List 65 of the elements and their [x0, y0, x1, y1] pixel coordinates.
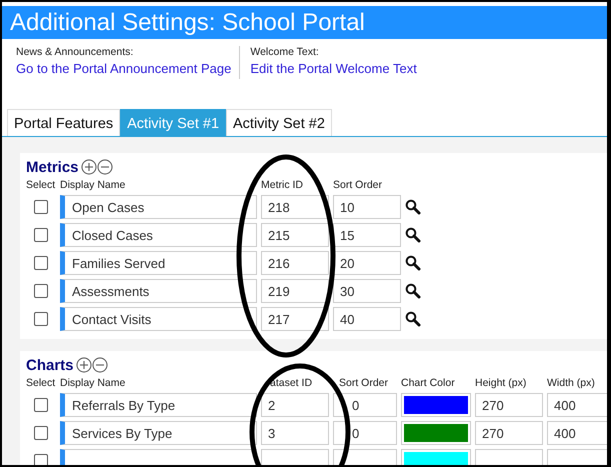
sort-field[interactable]: 0: [333, 421, 397, 445]
checkbox[interactable]: [34, 454, 48, 465]
column-header: ataset ID: [269, 377, 314, 389]
link-label: News & Announcements:: [16, 46, 134, 58]
add-icon[interactable]: [80, 159, 97, 175]
name-field[interactable]: Assessments: [60, 279, 257, 303]
color-swatch[interactable]: [404, 396, 468, 414]
link-label: Welcome Text:: [250, 46, 320, 58]
sort-field[interactable]: 20: [333, 251, 401, 275]
color-swatch[interactable]: [404, 452, 468, 465]
id-field[interactable]: 216: [261, 251, 329, 275]
checkbox[interactable]: [34, 256, 48, 270]
remove-icon[interactable]: [92, 357, 108, 373]
link[interactable]: Go to the Portal Announcement Page: [16, 61, 232, 76]
name-field[interactable]: Contact Visits: [60, 307, 257, 331]
checkbox[interactable]: [34, 426, 48, 440]
sort-field[interactable]: 40: [333, 307, 401, 331]
column-header: Width (px): [547, 377, 596, 389]
search-icon[interactable]: [405, 255, 421, 271]
name-field[interactable]: Closed Cases: [60, 223, 257, 247]
sort-field[interactable]: 10: [333, 195, 401, 219]
name-field[interactable]: Open Cases: [60, 195, 257, 219]
search-icon[interactable]: [405, 283, 421, 299]
sort-field[interactable]: 15: [333, 223, 401, 247]
checkbox[interactable]: [34, 398, 48, 412]
checkbox[interactable]: [34, 284, 48, 298]
id-field[interactable]: 217: [261, 307, 329, 331]
height-field[interactable]: 270: [475, 421, 543, 445]
tab[interactable]: Activity Set #2: [226, 109, 332, 136]
column-header: Height (px): [475, 377, 528, 389]
name-field[interactable]: Referrals By Type: [60, 393, 257, 417]
width-field[interactable]: 400: [547, 393, 607, 417]
column-header: Sort Order: [333, 179, 384, 191]
height-field[interactable]: 270: [475, 393, 543, 417]
link[interactable]: Edit the Portal Welcome Text: [250, 61, 417, 76]
column-header: Sort Order: [338, 377, 390, 389]
search-icon[interactable]: [405, 311, 421, 327]
add-icon[interactable]: [76, 357, 92, 373]
search-icon[interactable]: [405, 227, 421, 243]
id-field[interactable]: 218: [261, 195, 329, 219]
tab[interactable]: Portal Features: [7, 109, 120, 136]
window-title: Additional Settings: School Portal: [10, 9, 365, 36]
checkbox[interactable]: [34, 312, 48, 326]
color-swatch[interactable]: [404, 424, 468, 442]
column-header: Display Name: [60, 377, 126, 389]
column-header: Chart Color: [401, 377, 456, 389]
id-field[interactable]: 2: [261, 393, 329, 417]
section-title: Charts: [26, 356, 74, 374]
name-field[interactable]: Families Served: [60, 251, 257, 275]
column-header: Display Name: [60, 179, 126, 191]
column-header: Select: [26, 377, 56, 389]
id-field[interactable]: 215: [261, 223, 329, 247]
remove-icon[interactable]: [96, 159, 113, 175]
sort-field[interactable]: 30: [333, 279, 401, 303]
id-field[interactable]: 3: [261, 421, 329, 445]
checkbox[interactable]: [34, 228, 48, 242]
section-title: Metrics: [26, 158, 79, 176]
checkbox[interactable]: [34, 200, 48, 214]
sort-field[interactable]: 0: [333, 393, 397, 417]
name-field[interactable]: Services By Type: [60, 421, 257, 445]
search-icon[interactable]: [405, 199, 421, 215]
column-header: Select: [26, 179, 56, 191]
width-field[interactable]: 400: [547, 421, 607, 445]
id-field[interactable]: 219: [261, 279, 329, 303]
column-header: Metric ID: [261, 179, 304, 191]
